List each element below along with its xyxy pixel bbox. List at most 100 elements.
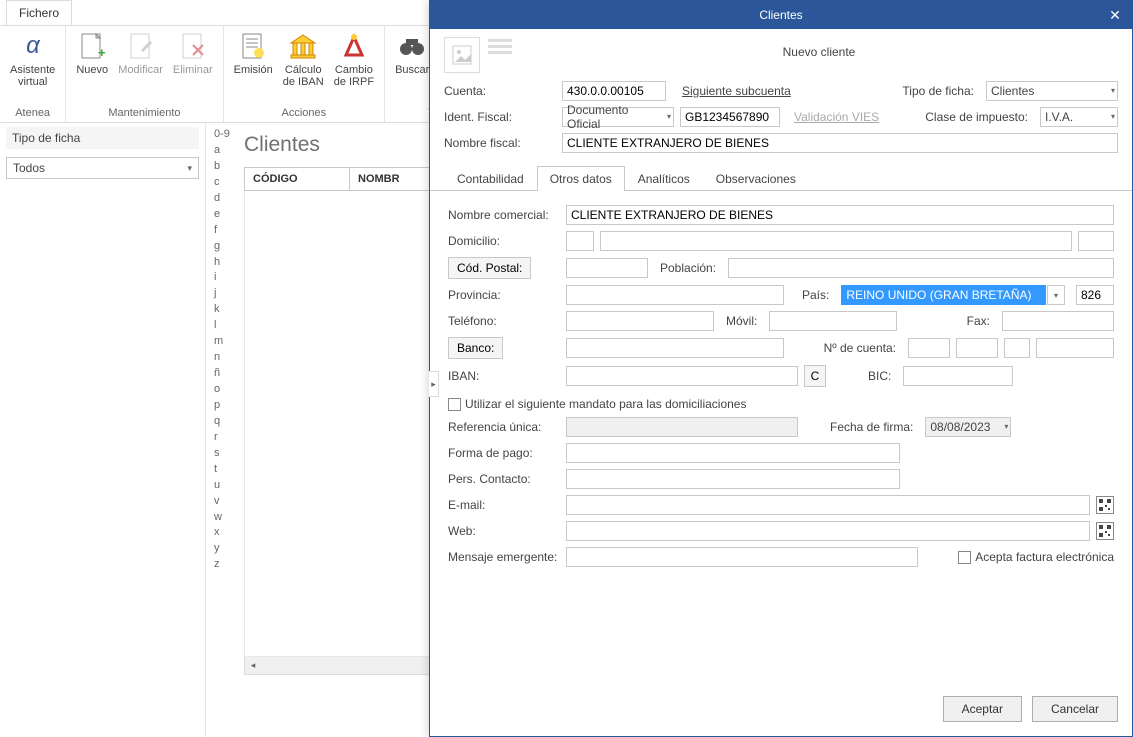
iban-label: IBAN: xyxy=(448,369,560,383)
domicilio-tipo-input[interactable] xyxy=(566,231,594,251)
qr-icon[interactable] xyxy=(1096,496,1114,514)
alpha-b[interactable]: b xyxy=(212,159,222,175)
movil-input[interactable] xyxy=(769,311,897,331)
alpha-i[interactable]: i xyxy=(212,270,218,286)
email-input[interactable] xyxy=(566,495,1090,515)
pers-contacto-input[interactable] xyxy=(566,469,900,489)
list-view-icon[interactable] xyxy=(488,37,512,54)
alpha-j[interactable]: j xyxy=(212,286,218,302)
alpha-ñ[interactable]: ñ xyxy=(212,366,222,382)
banco-input[interactable] xyxy=(566,338,784,358)
alpha-y[interactable]: y xyxy=(212,541,222,557)
iban-calc-button[interactable]: C xyxy=(804,365,826,387)
ribbon-group-label: Atenea xyxy=(6,107,59,122)
ribbon-modificar[interactable]: Modificar xyxy=(114,28,167,78)
cuenta-p4[interactable] xyxy=(1036,338,1114,358)
nombre-fiscal-input[interactable] xyxy=(562,133,1118,153)
iban-input[interactable] xyxy=(566,366,798,386)
collapse-handle[interactable]: ▸ xyxy=(429,371,439,397)
alpha-v[interactable]: v xyxy=(212,494,222,510)
cuenta-p2[interactable] xyxy=(956,338,998,358)
ident-tipo-dropdown[interactable]: Documento Oficial▾ xyxy=(562,107,674,127)
tipo-ficha-dropdown[interactable]: Clientes▾ xyxy=(986,81,1118,101)
alpha-q[interactable]: q xyxy=(212,414,222,430)
tab-analiticos[interactable]: Analíticos xyxy=(625,166,703,191)
domicilio-input[interactable] xyxy=(600,231,1072,251)
aceptar-button[interactable]: Aceptar xyxy=(943,696,1022,722)
cuenta-p3[interactable] xyxy=(1004,338,1030,358)
alpha-m[interactable]: m xyxy=(212,334,225,350)
provincia-input[interactable] xyxy=(566,285,784,305)
telefono-input[interactable] xyxy=(566,311,714,331)
clase-impuesto-dropdown[interactable]: I.V.A.▾ xyxy=(1040,107,1118,127)
alpha-k[interactable]: k xyxy=(212,302,222,318)
chevron-down-icon: ▾ xyxy=(187,163,192,174)
fecha-firma-dropdown[interactable]: 08/08/2023▾ xyxy=(925,417,1011,437)
ribbon-nuevo[interactable]: + Nuevo xyxy=(72,28,112,78)
ribbon-eliminar[interactable]: Eliminar xyxy=(169,28,217,78)
alpha-x[interactable]: x xyxy=(212,525,222,541)
cuenta-p1[interactable] xyxy=(908,338,950,358)
alpha-w[interactable]: w xyxy=(212,510,224,526)
poblacion-input[interactable] xyxy=(728,258,1114,278)
ribbon-cambio-irpf[interactable]: Cambio de IRPF xyxy=(330,28,378,90)
ribbon-calculo-iban[interactable]: Cálculo de IBAN xyxy=(279,28,328,90)
cod-postal-input[interactable] xyxy=(566,258,648,278)
banco-button[interactable]: Banco: xyxy=(448,337,503,359)
alpha-o[interactable]: o xyxy=(212,382,222,398)
chevron-down-icon[interactable]: ▾ xyxy=(1047,285,1065,305)
alpha-p[interactable]: p xyxy=(212,398,222,414)
ident-fiscal-input[interactable] xyxy=(680,107,780,127)
alpha-z[interactable]: z xyxy=(212,557,222,573)
alpha-s[interactable]: s xyxy=(212,446,222,462)
alpha-e[interactable]: e xyxy=(212,207,222,223)
tab-contabilidad[interactable]: Contabilidad xyxy=(444,166,537,191)
pais-code-input[interactable] xyxy=(1076,285,1114,305)
fax-input[interactable] xyxy=(1002,311,1114,331)
web-input[interactable] xyxy=(566,521,1090,541)
close-button[interactable]: ✕ xyxy=(1098,1,1132,29)
image-placeholder-icon[interactable] xyxy=(444,37,480,73)
col-codigo[interactable]: CÓDIGO xyxy=(245,168,350,190)
alpha-g[interactable]: g xyxy=(212,239,222,255)
tipo-ficha-select[interactable]: Todos▾ xyxy=(6,157,199,179)
acepta-factura-checkbox[interactable]: Acepta factura electrónica xyxy=(958,550,1114,564)
alpha-r[interactable]: r xyxy=(212,430,220,446)
validacion-vies-link[interactable]: Validación VIES xyxy=(794,110,879,124)
alpha-d[interactable]: d xyxy=(212,191,222,207)
alpha-c[interactable]: c xyxy=(212,175,222,191)
tab-observaciones[interactable]: Observaciones xyxy=(703,166,809,191)
email-label: E-mail: xyxy=(448,498,560,512)
alpha-t[interactable]: t xyxy=(212,462,219,478)
alpha-a[interactable]: a xyxy=(212,143,222,159)
tab-fichero[interactable]: Fichero xyxy=(6,0,72,25)
tab-otros-datos[interactable]: Otros datos xyxy=(537,166,625,191)
chevron-down-icon: ▾ xyxy=(667,112,671,121)
scroll-left-icon[interactable]: ◂ xyxy=(245,660,261,671)
pers-contacto-label: Pers. Contacto: xyxy=(448,472,560,486)
ident-fiscal-label: Ident. Fiscal: xyxy=(444,110,556,124)
mensaje-input[interactable] xyxy=(566,547,918,567)
cancelar-button[interactable]: Cancelar xyxy=(1032,696,1118,722)
alpha-0-9[interactable]: 0-9 xyxy=(212,127,232,143)
ribbon-emision[interactable]: Emisión xyxy=(230,28,277,90)
siguiente-subcuenta-link[interactable]: Siguiente subcuenta xyxy=(682,84,791,98)
alpha-f[interactable]: f xyxy=(212,223,219,239)
cuenta-input[interactable] xyxy=(562,81,666,101)
pais-dropdown[interactable]: REINO UNIDO (GRAN BRETAÑA) ▾ xyxy=(841,285,1046,305)
nombre-comercial-input[interactable] xyxy=(566,205,1114,225)
chevron-down-icon: ▾ xyxy=(1004,422,1008,431)
forma-pago-input[interactable] xyxy=(566,443,900,463)
ribbon-buscar[interactable]: Buscar xyxy=(391,28,433,84)
chevron-down-icon: ▾ xyxy=(1111,112,1115,121)
mandato-checkbox[interactable]: Utilizar el siguiente mandato para las d… xyxy=(448,397,746,411)
domicilio-num-input[interactable] xyxy=(1078,231,1114,251)
qr-icon[interactable] xyxy=(1096,522,1114,540)
alpha-u[interactable]: u xyxy=(212,478,222,494)
ribbon-asistente-virtual[interactable]: α Asistente virtual xyxy=(6,28,59,90)
alpha-l[interactable]: l xyxy=(212,318,218,334)
bic-input[interactable] xyxy=(903,366,1013,386)
cod-postal-button[interactable]: Cód. Postal: xyxy=(448,257,531,279)
alpha-n[interactable]: n xyxy=(212,350,222,366)
alpha-h[interactable]: h xyxy=(212,255,222,271)
